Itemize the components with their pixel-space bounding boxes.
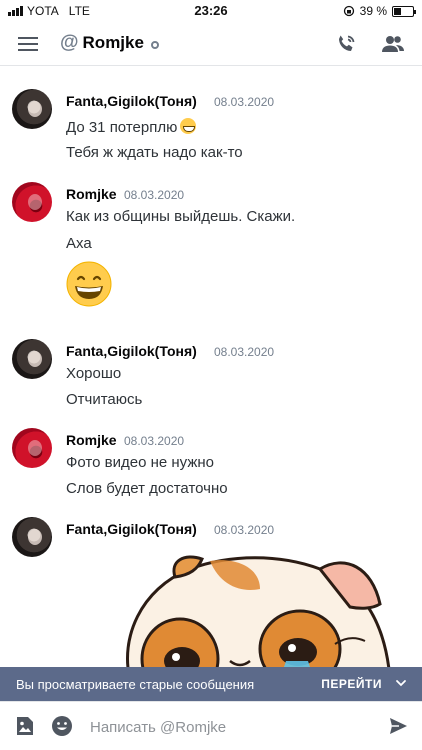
timestamp: 08.03.2020 [214,523,275,537]
message-input[interactable] [90,714,370,740]
phone-call-icon[interactable] [334,32,358,56]
old-messages-text: Вы просматриваете старые сообщения [16,677,255,692]
image-upload-icon[interactable] [14,715,36,737]
offline-status-icon [150,40,159,49]
battery-icon [392,5,416,17]
hamburger-icon[interactable] [18,36,38,52]
timestamp: 08.03.2020 [214,345,275,359]
message-text[interactable]: Фото видео не нужно [66,454,214,471]
message-text[interactable]: Хорошо [66,365,121,382]
chevron-down-icon[interactable] [394,676,408,690]
status-bar: YOTA LTE 23:26 39 % [0,0,422,22]
orientation-lock-icon [343,5,354,17]
username[interactable]: Fanta,Gigilok(Тоня) [66,521,197,537]
message-text[interactable]: Слов будет достаточно [66,480,228,497]
timestamp: 08.03.2020 [214,95,275,109]
grinning-emoji-icon[interactable] [66,261,112,307]
jump-to-present-button[interactable]: ПЕРЕЙТИ [321,677,382,691]
message-composer [0,701,422,750]
avatar[interactable] [12,339,52,379]
channel-header: @ Romjke [0,22,422,66]
channel-name: Romjke [82,33,144,52]
crying-cat-sticker[interactable] [110,549,400,667]
timestamp: 08.03.2020 [124,188,185,202]
at-icon: @ [60,32,79,53]
username[interactable]: Romjke [66,186,117,202]
message-text[interactable]: Как из общины выйдешь. Скажи. [66,208,295,225]
avatar[interactable] [12,182,52,222]
timestamp: 08.03.2020 [124,434,185,448]
avatar[interactable] [12,89,52,129]
message-list[interactable]: Fanta,Gigilok(Тоня) 08.03.2020 До 31 пот… [0,67,422,667]
message-text[interactable]: До 31 потерплю [66,118,197,136]
username[interactable]: Fanta,Gigilok(Тоня) [66,343,197,359]
battery-percent: 39 % [359,4,387,18]
old-messages-banner[interactable]: Вы просматриваете старые сообщения ПЕРЕЙ… [0,667,422,701]
message-text[interactable]: Отчитаюсь [66,391,142,408]
channel-title[interactable]: @ Romjke [60,32,159,54]
message-text[interactable]: Тебя ж ждать надо как-то [66,144,243,161]
emoji-picker-icon[interactable] [51,715,73,737]
avatar[interactable] [12,517,52,557]
avatar[interactable] [12,428,52,468]
grinning-emoji-icon [180,118,197,134]
username[interactable]: Romjke [66,432,117,448]
message-text[interactable]: Аха [66,235,92,252]
members-icon[interactable] [380,32,406,56]
send-icon[interactable] [388,716,408,736]
username[interactable]: Fanta,Gigilok(Тоня) [66,93,197,109]
